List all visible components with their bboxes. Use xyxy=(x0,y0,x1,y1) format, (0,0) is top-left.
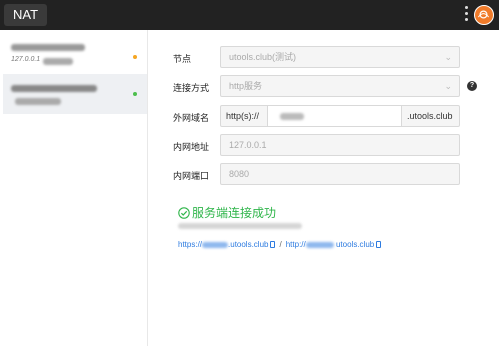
https-link-prefix: https:// xyxy=(178,240,203,249)
link-separator: / xyxy=(279,240,282,249)
help-icon[interactable]: ? xyxy=(467,81,477,91)
public-links: https://.utools.club / http:// utools.club xyxy=(178,240,382,249)
mode-label: 连接方式 xyxy=(173,83,210,93)
node-label: 节点 xyxy=(173,54,192,64)
domain-input-group: http(s):// .utools.club xyxy=(220,105,460,127)
tunnel-subtext-redacted xyxy=(15,98,61,105)
tunnel-name-redacted xyxy=(11,85,97,92)
node-select[interactable]: utools.club(测试) ⌄ xyxy=(220,46,460,68)
access-hint-redacted xyxy=(178,223,302,230)
https-link-suffix: .utools.club xyxy=(228,240,269,249)
host-input[interactable]: 127.0.0.1 xyxy=(220,134,460,156)
copy-icon[interactable] xyxy=(270,241,276,248)
domain-prefix: http(s):// xyxy=(220,105,268,127)
chevron-down-icon: ⌄ xyxy=(444,52,452,62)
hint-redacted xyxy=(178,223,302,230)
domain-label: 外网域名 xyxy=(173,113,210,123)
status-dot-connected xyxy=(133,92,137,96)
https-link-redacted xyxy=(202,241,229,248)
domain-suffix: .utools.club xyxy=(401,105,460,127)
https-link[interactable]: https:// .utools.club xyxy=(178,240,268,249)
more-menu-icon[interactable] xyxy=(462,6,470,24)
copy-icon[interactable] xyxy=(376,241,382,248)
app-title[interactable]: NAT xyxy=(4,4,48,26)
tunnel-settings-panel: 节点 utools.club(测试) ⌄ 连接方式 http服务 ⌄ ? 外网域… xyxy=(149,30,499,346)
tunnel-address: 127.0.0.1 xyxy=(11,56,41,63)
title-bar: NAT xyxy=(0,0,499,30)
node-select-value: utools.club(测试) xyxy=(229,52,297,62)
success-text: 服务端连接成功 xyxy=(192,206,277,220)
http-link-redacted xyxy=(305,241,334,248)
avatar-icon xyxy=(477,10,490,19)
subdomain-input[interactable] xyxy=(267,105,402,127)
mode-select-value: http服务 xyxy=(229,81,263,91)
tunnel-subtext-redacted xyxy=(43,58,73,65)
port-input[interactable]: 8080 xyxy=(220,163,460,185)
tunnel-name-redacted xyxy=(11,44,85,51)
user-avatar[interactable] xyxy=(474,5,494,25)
tunnel-list: 127.0.0.1 xyxy=(0,30,148,346)
subdomain-redacted xyxy=(280,113,304,120)
chevron-down-icon: ⌄ xyxy=(444,81,452,91)
http-link[interactable]: http:// utools.club xyxy=(286,240,375,249)
host-label: 内网地址 xyxy=(173,142,210,152)
mode-select[interactable]: http服务 ⌄ xyxy=(220,75,460,97)
status-dot-pending xyxy=(133,55,137,59)
tunnel-item-selected[interactable] xyxy=(3,74,147,114)
connection-status: 服务端连接成功 xyxy=(178,204,276,221)
http-link-prefix: http:// xyxy=(285,240,306,249)
port-label: 内网端口 xyxy=(173,171,210,181)
check-circle-icon xyxy=(178,207,190,219)
http-link-suffix: utools.club xyxy=(335,240,375,249)
